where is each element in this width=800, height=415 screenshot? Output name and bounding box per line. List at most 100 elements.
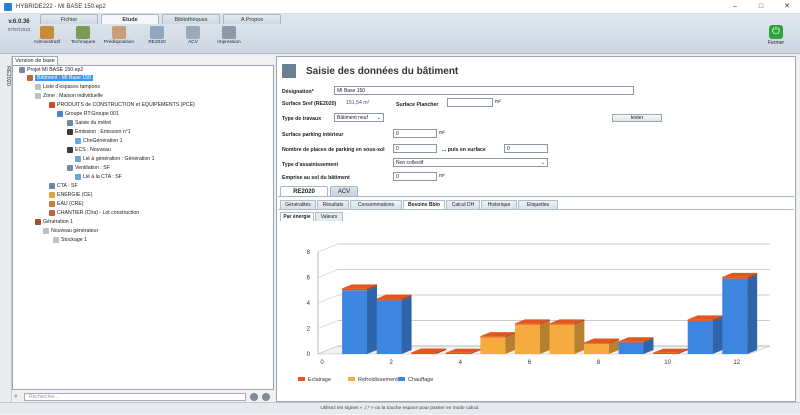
x-tick-label: 6 [528, 360, 532, 366]
places-input[interactable]: 0 [393, 144, 437, 153]
tab-resultats[interactable]: Résultats [317, 200, 349, 209]
parking-int-input[interactable]: 0 [393, 129, 437, 138]
tree-node[interactable]: ECS : Nouveau [67, 146, 111, 154]
tree-node[interactable]: Lié à génération : Génération 1 [75, 155, 155, 163]
travaux-value: Bâtiment neuf [337, 115, 368, 121]
tab-par-energie[interactable]: Par énergie [280, 212, 314, 221]
tree-node[interactable]: CTA : SF [49, 182, 78, 190]
tab-calcul-dh[interactable]: Calcul DH [446, 200, 480, 209]
bar-front [342, 290, 368, 354]
x-tick-label: 2 [389, 360, 393, 366]
window-controls: – □ ✕ [722, 0, 800, 14]
tester-button[interactable]: tester [612, 114, 662, 122]
tab-consommations[interactable]: Consommations [350, 200, 402, 209]
tree-node[interactable]: Génération 1 [35, 218, 73, 226]
bar-front [653, 352, 679, 354]
techniques-label: Techniques [70, 40, 96, 45]
fermer-button[interactable]: ⏻ Fermer [760, 25, 792, 51]
tree-node[interactable]: ChnGénération 1 [75, 137, 123, 145]
bar-front [342, 288, 368, 291]
calculator-icon [150, 26, 164, 39]
re2020-label: RE2020 [148, 40, 166, 45]
tree-node-selected[interactable]: Bâtiment : MI Base 150 [27, 74, 93, 82]
tree-node[interactable]: Liste d'espaces tampons [35, 83, 100, 91]
tree-node[interactable]: PRODUITS de CONSTRUCTION et EQUIPEMENTS … [49, 101, 195, 109]
window-title: HYBRIDE222 - MI BASE 150.ep2 [16, 3, 106, 10]
tree-node[interactable]: EAU (CRE) [49, 200, 84, 208]
tree-node[interactable]: Groupe RT:Groupe 001 [57, 110, 119, 118]
acv-button[interactable]: ACV [176, 25, 210, 51]
tree-node[interactable]: CHANTIER (Cha) - Lot construction [49, 209, 139, 217]
impression-button[interactable]: Impression [212, 25, 246, 51]
status-bar: Utilisez les signes « ,/,* » ou la touch… [0, 402, 800, 414]
emprise-input[interactable]: 0 [393, 172, 437, 181]
tree-node[interactable]: Ventilation : SF [67, 164, 110, 172]
re2020-vertical-label[interactable]: RE2020 [1, 66, 11, 96]
tree-node[interactable]: ENERGIE (CE) [49, 191, 92, 199]
energy-icon [49, 192, 55, 198]
maximize-icon[interactable]: □ [748, 0, 774, 14]
y-axis-ticks: 0 2 4 6 8 [307, 250, 311, 358]
tree-node[interactable]: Saisie du métré [67, 119, 111, 127]
list-icon [35, 84, 41, 90]
tab-generalites[interactable]: Généralités [280, 200, 316, 209]
tree-node[interactable]: Lié à la CTA : SF [75, 173, 122, 181]
plancher-input[interactable] [447, 98, 493, 107]
tab-a-propos[interactable]: A Propos [223, 14, 281, 24]
places-label: Nombre de places de parking en sous-sol [282, 147, 385, 153]
bar-front [376, 300, 402, 354]
legend-label: Refroidissement [358, 377, 398, 383]
search-next-icon[interactable] [262, 393, 270, 401]
group-icon [57, 111, 63, 117]
travaux-label: Type de travaux [282, 116, 322, 122]
sref-value: 151,54 m² [346, 100, 370, 106]
ruler-icon [67, 120, 73, 126]
project-icon [19, 67, 25, 73]
search-prev-icon[interactable] [250, 393, 258, 401]
tab-re2020[interactable]: RE2020 [280, 186, 328, 196]
zone-icon [35, 93, 41, 99]
chevron-down-icon: ⌄ [540, 160, 545, 166]
administratif-label: Administratif [33, 40, 61, 45]
tab-etiquettes[interactable]: Etiquettes [518, 200, 558, 209]
tree-node[interactable]: Stockage 1 [53, 236, 87, 244]
surface-input[interactable]: 0 [504, 144, 548, 153]
re2020-button[interactable]: RE2020 [140, 25, 174, 51]
tab-valeurs[interactable]: Valeurs [315, 212, 343, 221]
legend-label: Eclairage [308, 377, 331, 383]
tab-besoins-bbio[interactable]: Besoins Bbio [403, 200, 445, 209]
assain-select[interactable]: Non collectif ⌄ [393, 158, 548, 167]
main-tab-divider [278, 196, 794, 197]
bar-front [514, 324, 540, 354]
building-icon [27, 75, 33, 81]
minimize-icon[interactable]: – [722, 0, 748, 14]
tab-etude[interactable]: Etude [101, 14, 159, 24]
tab-fichier[interactable]: Fichier [40, 14, 98, 24]
search-icon: ⌕ [14, 393, 18, 400]
y-tick-label: 2 [307, 327, 311, 333]
legend-label: Chauffage [408, 377, 433, 383]
folder-icon [40, 26, 54, 39]
travaux-select[interactable]: Bâtiment neuf ⌄ [334, 113, 384, 122]
predisposition-button[interactable]: Prédisposition [102, 25, 136, 51]
techniques-button[interactable]: Techniques [66, 25, 100, 51]
tab-historique[interactable]: Historique [481, 200, 517, 209]
ribbon-tabs: Fichier Etude Bibliothèques A Propos [40, 14, 284, 24]
fermer-label: Fermer [767, 40, 785, 46]
tree-node[interactable]: Nouveau générateur [43, 227, 98, 235]
designation-label: Désignation* [282, 89, 314, 95]
tab-acv[interactable]: ACV [330, 186, 358, 196]
tree-node[interactable]: Projet MI BASE 150.ep2 [19, 66, 83, 74]
tab-version-de-base[interactable]: Version de base [12, 56, 58, 65]
tab-bibliotheques[interactable]: Bibliothèques [162, 14, 220, 24]
search-input[interactable]: Rechercher... [24, 393, 246, 401]
administratif-button[interactable]: Administratif [30, 25, 64, 51]
printer-icon [222, 26, 236, 39]
x-tick-label: 4 [459, 360, 463, 366]
tree-node[interactable]: Emission : Emission n°1 [67, 128, 131, 136]
y-tick-label: 8 [307, 250, 311, 256]
bar-front [584, 343, 609, 354]
close-icon[interactable]: ✕ [774, 0, 800, 14]
designation-input[interactable]: MI Base 150 [334, 86, 634, 95]
tree-node[interactable]: Zone : Maison individuelle [35, 92, 103, 100]
